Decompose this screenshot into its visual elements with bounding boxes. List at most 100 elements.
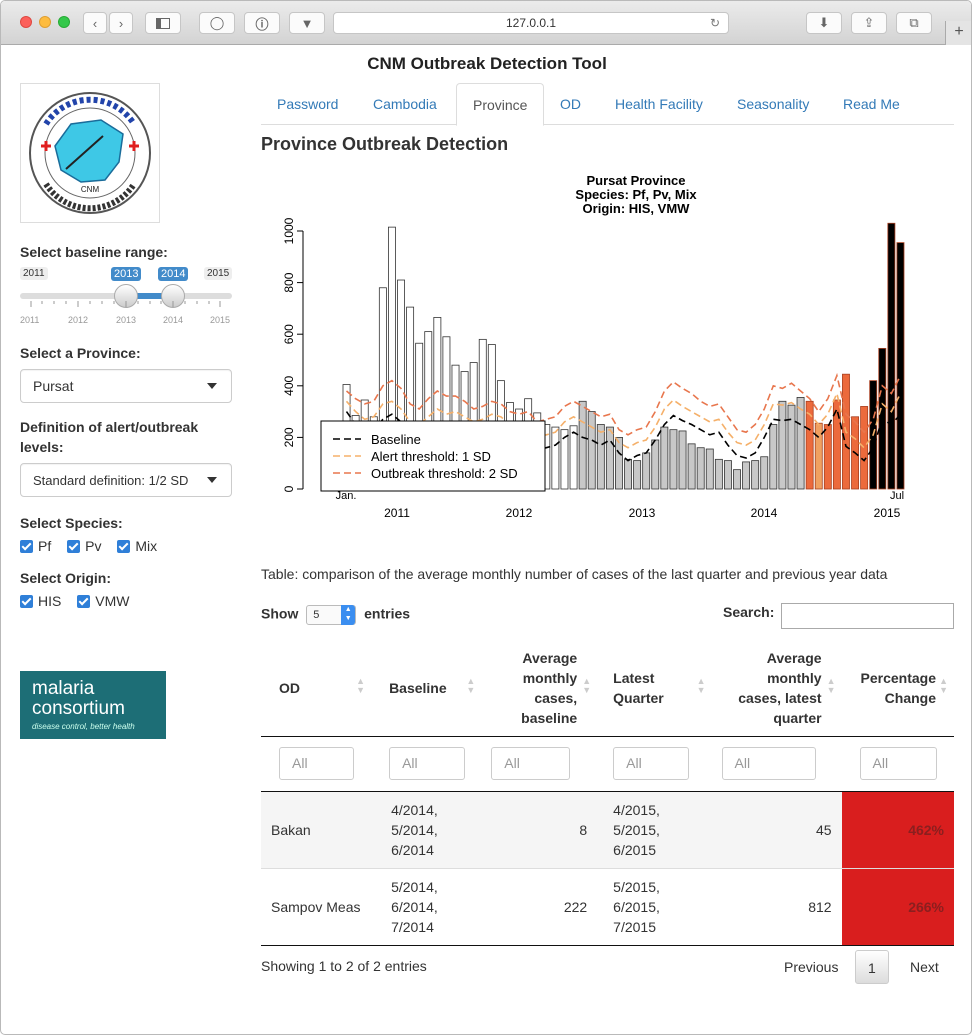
chart-bar — [705, 448, 714, 490]
column-header-latest-quarter[interactable]: Latest Quarter ▲ ▼ — [597, 641, 712, 737]
province-select[interactable]: Pursat — [20, 369, 232, 403]
column-header-od[interactable]: OD ▲ ▼ — [261, 641, 372, 737]
y-axis-tick-label: 0 — [282, 485, 296, 492]
search-input[interactable] — [781, 603, 954, 629]
slider-tick: 2011 — [20, 315, 40, 325]
tab-password[interactable]: Password — [261, 83, 354, 125]
column-header-label: Baseline — [389, 680, 447, 697]
privacy-button[interactable]: ◯ — [199, 12, 235, 34]
filter-input-avg-latest[interactable]: All — [721, 747, 816, 780]
pagination-page-1[interactable]: 1 — [855, 950, 889, 984]
reload-icon[interactable]: ↻ — [710, 13, 720, 33]
browser-toolbar: ‹ › ◯ ⓘ ▼ 127.0.0.1 ↻ ⬇ ⇪ ⧉ — [1, 1, 971, 45]
chart-bar — [587, 411, 596, 490]
tab-read-me[interactable]: Read Me — [827, 83, 916, 125]
entries-select[interactable]: 5 ▲ ▼ — [306, 605, 357, 625]
chart-title-line: Pursat Province — [587, 173, 686, 188]
origin-checkbox-group: HIS VMW — [20, 593, 232, 609]
caret-down-icon — [207, 383, 217, 389]
cell-avg-latest: 812 — [711, 868, 842, 946]
slider-tick: 2013 — [116, 315, 137, 325]
table-row[interactable]: Sampov Meas 5/2014, 6/2014, 7/2014 222 5/2… — [261, 868, 954, 946]
back-button[interactable]: ‹ — [83, 12, 107, 34]
column-header-baseline[interactable]: Baseline ▲ ▼ — [371, 641, 482, 737]
checkbox-checked-icon[interactable] — [67, 540, 81, 553]
sidebar-controls: Select a Province: Pursat Definition of … — [20, 343, 232, 609]
chart-bar — [696, 447, 705, 490]
chart-title-line: Origin: HIS, VMW — [583, 201, 691, 216]
pagination-previous[interactable]: Previous — [772, 950, 850, 984]
origin-checkbox-vmw[interactable]: VMW — [77, 593, 141, 609]
species-checkbox-mix[interactable]: Mix — [117, 538, 169, 554]
info-button[interactable]: ⓘ — [244, 12, 280, 34]
chart-bar — [714, 458, 723, 490]
sidebar: CNM Select baseline range: — [20, 83, 232, 262]
sidebar-toggle-button[interactable] — [145, 12, 181, 34]
zoom-window-button[interactable] — [58, 16, 70, 28]
address-bar[interactable]: 127.0.0.1 ↻ — [333, 12, 729, 34]
brand-line1: malaria — [32, 678, 95, 699]
definition-label: Definition of alert/outbreak levels: — [20, 419, 199, 455]
downloads-button[interactable]: ⬇ — [806, 12, 842, 34]
table-row[interactable]: Bakan 4/2014, 5/2014, 6/2014 8 4/2015, 5/20… — [261, 791, 954, 869]
y-axis-tick-label: 1000 — [282, 217, 296, 244]
cell-line: 7/2015 — [613, 918, 656, 935]
slider-tick: 2015 — [210, 315, 231, 325]
cell-percentage-change: 462% — [841, 791, 954, 869]
chart-bar — [769, 424, 778, 490]
tab-health-facility[interactable]: Health Facility — [599, 83, 719, 125]
filter-input-latest-quarter[interactable]: All — [613, 747, 690, 780]
species-checkbox-pf[interactable]: Pf — [20, 538, 63, 554]
filter-input-percentage-change[interactable]: All — [859, 747, 937, 780]
chart-bar — [642, 452, 651, 490]
chart-bar — [823, 424, 832, 490]
tabs-overview-button[interactable]: ⧉ — [896, 12, 932, 34]
checkbox-checked-icon[interactable] — [20, 595, 33, 608]
sort-icon: ▲ ▼ — [356, 676, 366, 695]
filter-input-avg-baseline[interactable]: All — [491, 747, 571, 780]
entries-select-value: 5 — [313, 609, 320, 621]
sort-icon: ▲ ▼ — [939, 676, 948, 695]
cell-percentage-change: 266% — [841, 868, 954, 946]
tab-seasonality[interactable]: Seasonality — [721, 83, 825, 125]
origin-checkbox-his[interactable]: HIS — [20, 593, 73, 609]
baseline-range-slider[interactable]: 2011 2015 2013 2014 2011 2012 2013 2014 … — [20, 267, 233, 327]
brand-line2: consortium — [32, 698, 125, 719]
close-window-button[interactable] — [20, 16, 32, 28]
pocket-button[interactable]: ▼ — [289, 12, 325, 34]
tab-province[interactable]: Province — [456, 83, 545, 126]
page-heading: Province Outbreak Detection — [261, 134, 509, 154]
table-header-row: OD ▲ ▼ Baseline ▲ ▼ Average monthly cases, b… — [261, 641, 954, 737]
chart-bar — [723, 460, 732, 490]
stepper-icon: ▲ ▼ — [341, 605, 356, 625]
column-header-label: OD — [279, 680, 300, 697]
y-axis-tick-label: 800 — [282, 272, 296, 292]
chart-bar — [860, 406, 869, 490]
new-tab-button[interactable]: + — [945, 21, 971, 45]
x-axis-year-label: 2015 — [874, 506, 901, 520]
origin-label: Select Origin: — [20, 570, 112, 586]
filter-input-baseline[interactable]: All — [389, 747, 466, 780]
definition-select[interactable]: Standard definition: 1/2 SD — [20, 463, 232, 497]
checkbox-label: Pv — [85, 538, 102, 554]
checkbox-checked-icon[interactable] — [77, 595, 91, 608]
filter-input-od[interactable]: All — [279, 747, 354, 780]
cell-od: Bakan — [261, 791, 372, 869]
checkbox-checked-icon[interactable] — [20, 540, 33, 553]
column-header-avg-latest[interactable]: Average monthly cases, latest quarter ▲ ▼ — [711, 641, 842, 737]
chart-title-line: Species: Pf, Pv, Mix — [575, 187, 697, 202]
share-button[interactable]: ⇪ — [851, 12, 887, 34]
forward-button[interactable]: › — [109, 12, 133, 34]
slider-max-label: 2015 — [204, 267, 233, 280]
chart-bar — [551, 426, 560, 490]
tab-cambodia[interactable]: Cambodia — [357, 83, 453, 125]
column-header-avg-baseline[interactable]: Average monthly cases, baseline ▲ ▼ — [481, 641, 598, 737]
species-checkbox-pv[interactable]: Pv — [67, 538, 113, 554]
minimize-window-button[interactable] — [39, 16, 51, 28]
chart-bar — [605, 426, 614, 490]
checkbox-checked-icon[interactable] — [117, 540, 131, 553]
chevron-left-icon: ‹ — [92, 15, 98, 31]
pagination-next[interactable]: Next — [898, 950, 951, 984]
tab-od[interactable]: OD — [544, 83, 597, 125]
column-header-percentage-change[interactable]: Percentage Change ▲ ▼ — [841, 641, 954, 737]
